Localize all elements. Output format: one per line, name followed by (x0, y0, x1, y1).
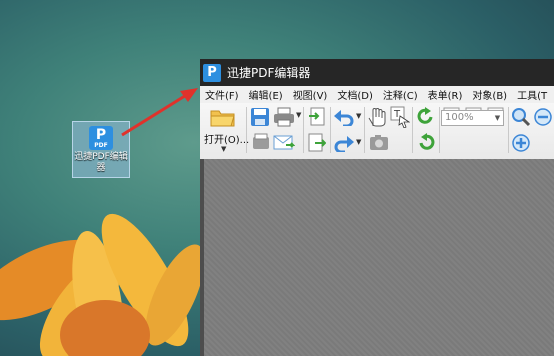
zoom-out-icon[interactable] (533, 107, 553, 127)
menu-comment[interactable]: 注释(C) (378, 87, 423, 102)
toolbar: 打开(O)... ▼ ▼ ▼ ▼ T 100% ▼ (200, 103, 554, 160)
save-icon[interactable] (250, 107, 270, 127)
extract-page-icon[interactable] (308, 133, 326, 153)
zoom-tool-icon[interactable] (511, 107, 531, 127)
rotate-clockwise-icon[interactable] (416, 133, 436, 153)
app-window: P 迅捷PDF编辑器 文件(F) 编辑(E) 视图(V) 文档(D) 注释(C)… (200, 59, 554, 356)
open-folder-icon[interactable] (210, 106, 236, 128)
zoom-level-value: 100% (445, 112, 474, 123)
app-logo-icon: P (203, 63, 221, 82)
hand-tool-icon[interactable] (368, 106, 388, 128)
snapshot-icon[interactable] (368, 133, 390, 153)
icon-badge: PDF (94, 142, 108, 149)
print-dropdown-caret[interactable]: ▼ (296, 111, 301, 119)
menu-tools[interactable]: 工具(T (512, 87, 552, 102)
open-button-label[interactable]: 打开(O)... (204, 131, 249, 146)
scanner-icon[interactable] (251, 133, 271, 153)
toolbar-separator (412, 107, 413, 153)
pdf-editor-icon: P PDF (89, 126, 113, 150)
menu-form[interactable]: 表单(R) (423, 87, 468, 102)
undo-dropdown-caret[interactable]: ▼ (356, 112, 361, 120)
zoom-level-select[interactable]: 100% ▼ (441, 110, 504, 126)
menu-edit[interactable]: 编辑(E) (244, 87, 288, 102)
select-text-icon[interactable]: T (390, 106, 410, 128)
menu-file[interactable]: 文件(F) (200, 87, 244, 102)
print-icon[interactable] (273, 107, 295, 127)
desktop-shortcut-label: 迅捷PDF编辑器 (74, 152, 128, 173)
toolbar-separator (364, 107, 365, 153)
menu-object[interactable]: 对象(B) (467, 87, 512, 102)
red-arrow-annotation (121, 88, 198, 137)
zoom-dropdown-caret[interactable]: ▼ (492, 111, 503, 125)
open-dropdown-caret[interactable]: ▼ (221, 145, 226, 153)
toolbar-separator (246, 107, 247, 153)
window-title: 迅捷PDF编辑器 (227, 66, 311, 80)
menu-document[interactable]: 文档(D) (332, 87, 378, 102)
toolbar-separator (330, 107, 331, 153)
email-icon[interactable] (273, 133, 295, 153)
undo-icon[interactable] (334, 108, 354, 126)
zoom-in-icon[interactable] (511, 133, 531, 153)
redo-dropdown-caret[interactable]: ▼ (356, 138, 361, 146)
toolbar-separator (303, 107, 304, 153)
title-bar[interactable]: P 迅捷PDF编辑器 (200, 59, 554, 86)
insert-page-icon[interactable] (308, 107, 326, 127)
toolbar-separator (439, 107, 440, 153)
toolbar-separator (508, 107, 509, 153)
document-canvas[interactable] (200, 159, 554, 356)
rotate-counterclockwise-icon[interactable] (416, 107, 436, 127)
icon-glyph: P (95, 127, 107, 143)
redo-icon[interactable] (334, 134, 354, 152)
menu-view[interactable]: 视图(V) (288, 87, 333, 102)
menu-bar: 文件(F) 编辑(E) 视图(V) 文档(D) 注释(C) 表单(R) 对象(B… (200, 86, 554, 103)
